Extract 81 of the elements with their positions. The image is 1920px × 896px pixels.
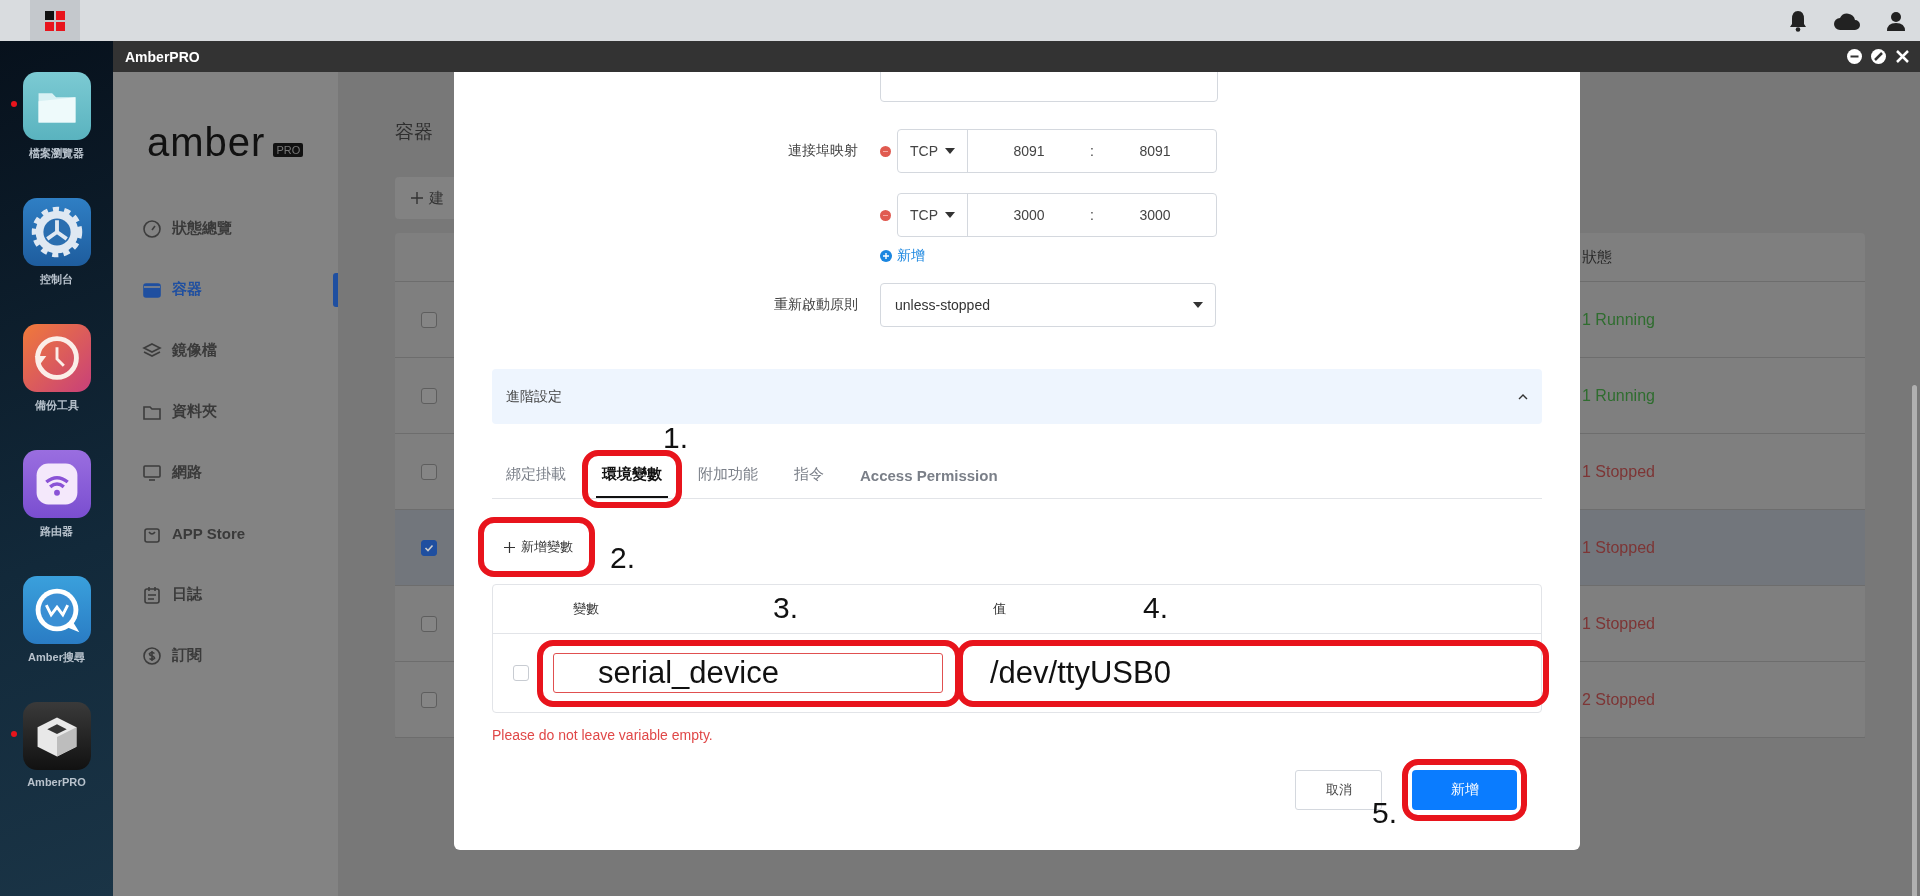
app-label: Amber搜尋 [28, 650, 85, 665]
annotation-number: 1. [662, 423, 688, 453]
sidebar-item[interactable]: 網路 [113, 442, 338, 503]
start-button[interactable] [30, 0, 80, 41]
row-checkbox[interactable] [421, 463, 437, 480]
add-link[interactable]: 新增 [880, 247, 1290, 265]
scrollbar[interactable] [1912, 385, 1917, 896]
wifi-icon[interactable] [22, 450, 91, 518]
caret-icon [1193, 302, 1203, 308]
log-icon [142, 584, 162, 605]
column-header: 變數 [573, 600, 599, 618]
row-checkbox[interactable] [421, 387, 437, 404]
chevron-icon [1518, 393, 1528, 400]
tab[interactable]: 指令 [788, 465, 830, 498]
bell-icon[interactable] [1788, 9, 1808, 32]
logo-badge: PRO [273, 143, 304, 157]
tab[interactable]: 綁定掛載 [500, 465, 572, 498]
column-header: 值 [993, 600, 1006, 618]
field-label: 重新啟動原則 [773, 296, 858, 314]
status-cell: 2 Stopped [1582, 690, 1655, 709]
maximize-icon[interactable] [1871, 49, 1886, 64]
remove-icon[interactable] [880, 209, 891, 221]
selection-indicator [333, 272, 338, 307]
sidebar-item[interactable]: 資料夾 [113, 381, 338, 442]
window-title: AmberPRO [125, 48, 200, 65]
sidebar-item[interactable]: 鏡像檔 [113, 320, 338, 381]
port-mapping-field[interactable]: TCP 3000 : 3000 [897, 193, 1217, 237]
app-label: 控制台 [40, 272, 73, 287]
row-checkbox[interactable] [421, 539, 437, 556]
grid-logo-icon [44, 9, 66, 32]
status-cell: 1 Running [1582, 310, 1655, 329]
app-label: 檔案瀏覽器 [29, 146, 84, 161]
user-icon[interactable] [1886, 10, 1906, 31]
status-cell: 1 Stopped [1582, 538, 1655, 557]
remove-icon[interactable] [880, 145, 891, 157]
caret-icon [945, 212, 955, 218]
error-message: Please do not leave variable empty. [492, 727, 714, 743]
chat-bubble-icon[interactable] [22, 576, 91, 644]
app-label: 備份工具 [34, 398, 79, 413]
logo-text: amber [147, 122, 266, 162]
app-label: 路由器 [40, 524, 73, 539]
check-icon [424, 542, 434, 553]
plus-circle-icon [880, 250, 892, 262]
dollar-icon [142, 645, 162, 666]
port-mapping-field[interactable]: TCP 8091 : 8091 [897, 129, 1217, 173]
row-checkbox[interactable] [421, 311, 437, 328]
sidebar-item[interactable]: 訂閱 [113, 625, 338, 686]
tab[interactable]: Access Permission [854, 467, 1004, 498]
variable-name-field[interactable]: serial_device [553, 653, 943, 693]
cloud-icon[interactable] [1834, 11, 1860, 30]
field-label: 連接埠映射 [787, 142, 858, 160]
status-cell: 1 Stopped [1582, 614, 1655, 633]
annotation-number: 3. [773, 593, 799, 623]
annotation-number: 4. [1143, 593, 1169, 623]
sidebar-item[interactable]: 狀態總覽 [113, 198, 338, 259]
restart-policy-select[interactable]: unless-stopped [880, 283, 1216, 327]
app-label: AmberPRO [27, 776, 86, 788]
monitor-icon [142, 462, 162, 483]
minimize-icon[interactable] [1847, 49, 1862, 64]
sidebar-item[interactable]: APP Store [113, 503, 338, 564]
gear-icon[interactable] [22, 198, 91, 266]
status-cell: 1 Running [1582, 386, 1655, 405]
row-checkbox[interactable] [421, 615, 437, 632]
tab[interactable]: 環境變數 [596, 465, 668, 498]
status-cell: 1 Stopped [1582, 462, 1655, 481]
advanced-settings-header[interactable]: 進階設定 [492, 369, 1542, 424]
close-icon[interactable] [1895, 49, 1910, 64]
clock-icon[interactable] [22, 324, 91, 392]
column-header: 狀態 [1582, 247, 1612, 267]
tab[interactable]: 附加功能 [692, 465, 764, 498]
gauge-icon [142, 218, 162, 239]
plus-icon [411, 192, 423, 204]
folder-icon[interactable] [22, 72, 91, 140]
annotation-number: 2. [609, 543, 635, 573]
plus-icon [504, 541, 515, 553]
sidebar-item[interactable]: 日誌 [113, 564, 338, 625]
page-title: 容器 [395, 120, 434, 144]
row-checkbox[interactable] [421, 691, 437, 708]
add-button[interactable]: 新增 [1412, 770, 1517, 810]
cube-icon[interactable] [22, 702, 91, 770]
caret-icon [945, 148, 955, 154]
